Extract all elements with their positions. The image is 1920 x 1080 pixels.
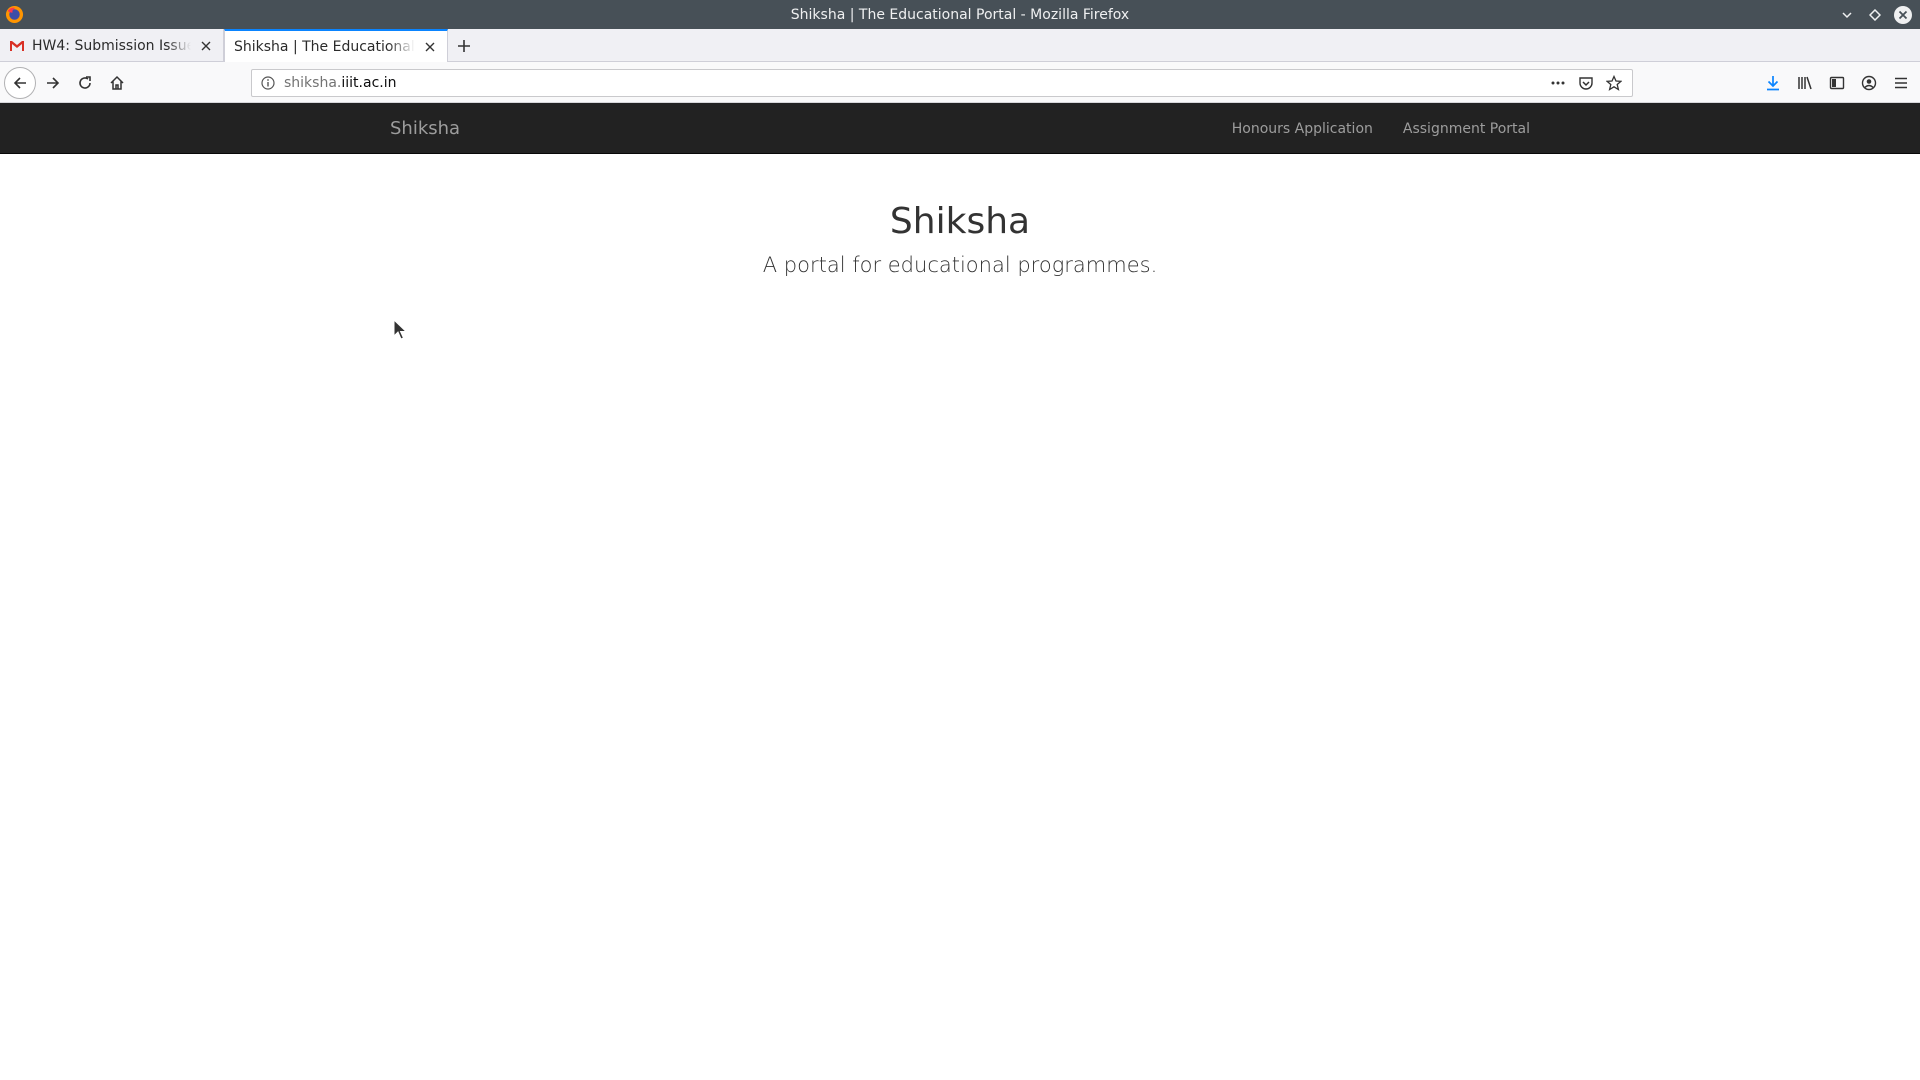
- page-tagline: A portal for educational programmes.: [762, 253, 1158, 278]
- reload-button[interactable]: [70, 68, 100, 98]
- minimize-button[interactable]: [1836, 4, 1858, 26]
- window-controls: [1836, 0, 1920, 29]
- close-window-button[interactable]: [1892, 4, 1914, 26]
- maximize-button[interactable]: [1864, 4, 1886, 26]
- info-icon[interactable]: [260, 75, 276, 91]
- more-icon: [1551, 81, 1565, 85]
- site-brand-link[interactable]: Shiksha: [390, 103, 460, 154]
- window-title: Shiksha | The Educational Portal - Mozil…: [790, 6, 1130, 23]
- home-button[interactable]: [102, 68, 132, 98]
- account-icon: [1861, 75, 1877, 91]
- gmail-icon: [10, 40, 24, 51]
- forward-button[interactable]: [38, 68, 68, 98]
- url-subdomain: shiksha.: [284, 75, 342, 91]
- new-tab-button[interactable]: [448, 29, 480, 62]
- close-icon: [425, 42, 435, 52]
- firefox-icon: [5, 5, 24, 24]
- mouse-cursor-icon: [393, 319, 407, 340]
- account-button[interactable]: [1854, 68, 1884, 98]
- page-heading: Shiksha: [889, 201, 1031, 242]
- tab-strip: HW4: Submission Issues Shiksha | The Edu…: [0, 29, 1920, 63]
- menu-icon: [1895, 77, 1907, 89]
- url-text[interactable]: shiksha.iiit.ac.in: [284, 75, 1546, 91]
- home-icon: [110, 75, 124, 90]
- reload-icon: [79, 76, 91, 89]
- url-domain: iiit.ac.in: [341, 75, 397, 91]
- window-titlebar: Shiksha | The Educational Portal - Mozil…: [0, 0, 1920, 29]
- diamond-icon: [1869, 8, 1881, 21]
- url-bar[interactable]: shiksha.iiit.ac.in: [251, 69, 1633, 97]
- forward-icon: [47, 77, 60, 89]
- tab-close-button[interactable]: [421, 38, 439, 56]
- tab-title: HW4: Submission Issues: [32, 37, 191, 54]
- chevron-down-icon: [1842, 11, 1852, 18]
- close-icon: [201, 41, 211, 50]
- page-actions-button[interactable]: [1546, 71, 1570, 95]
- pocket-button[interactable]: [1574, 71, 1598, 95]
- plus-icon: [458, 39, 470, 52]
- site-navbar: Shiksha Honours Application Assignment P…: [0, 103, 1920, 154]
- download-icon: [1767, 76, 1779, 91]
- tab-close-button[interactable]: [197, 37, 215, 55]
- tab-title: Shiksha | The Educational Portal: [234, 39, 415, 55]
- toolbar-right: [1758, 68, 1916, 98]
- hero-section: Shiksha A portal for educational program…: [0, 200, 1920, 277]
- nav-link-assignment-portal[interactable]: Assignment Portal: [1403, 121, 1530, 137]
- url-actions: [1546, 71, 1632, 95]
- library-icon: [1798, 76, 1812, 90]
- bookmark-star-button[interactable]: [1602, 71, 1626, 95]
- downloads-button[interactable]: [1758, 68, 1788, 98]
- nav-link-honours-application[interactable]: Honours Application: [1232, 121, 1373, 137]
- close-icon: [1894, 5, 1912, 24]
- back-button[interactable]: [4, 67, 36, 99]
- star-icon: [1606, 75, 1622, 91]
- sidebar-icon: [1829, 76, 1845, 90]
- menu-button[interactable]: [1886, 68, 1916, 98]
- tab-gmail[interactable]: HW4: Submission Issues: [0, 29, 224, 62]
- nav-toolbar: shiksha.iiit.ac.in: [0, 62, 1920, 103]
- library-button[interactable]: [1790, 68, 1820, 98]
- pocket-icon: [1579, 77, 1593, 90]
- tab-shiksha[interactable]: Shiksha | The Educational Portal: [224, 29, 448, 63]
- site-nav-links: Honours Application Assignment Portal: [1232, 103, 1530, 154]
- back-icon: [13, 77, 26, 89]
- sidebar-button[interactable]: [1822, 68, 1852, 98]
